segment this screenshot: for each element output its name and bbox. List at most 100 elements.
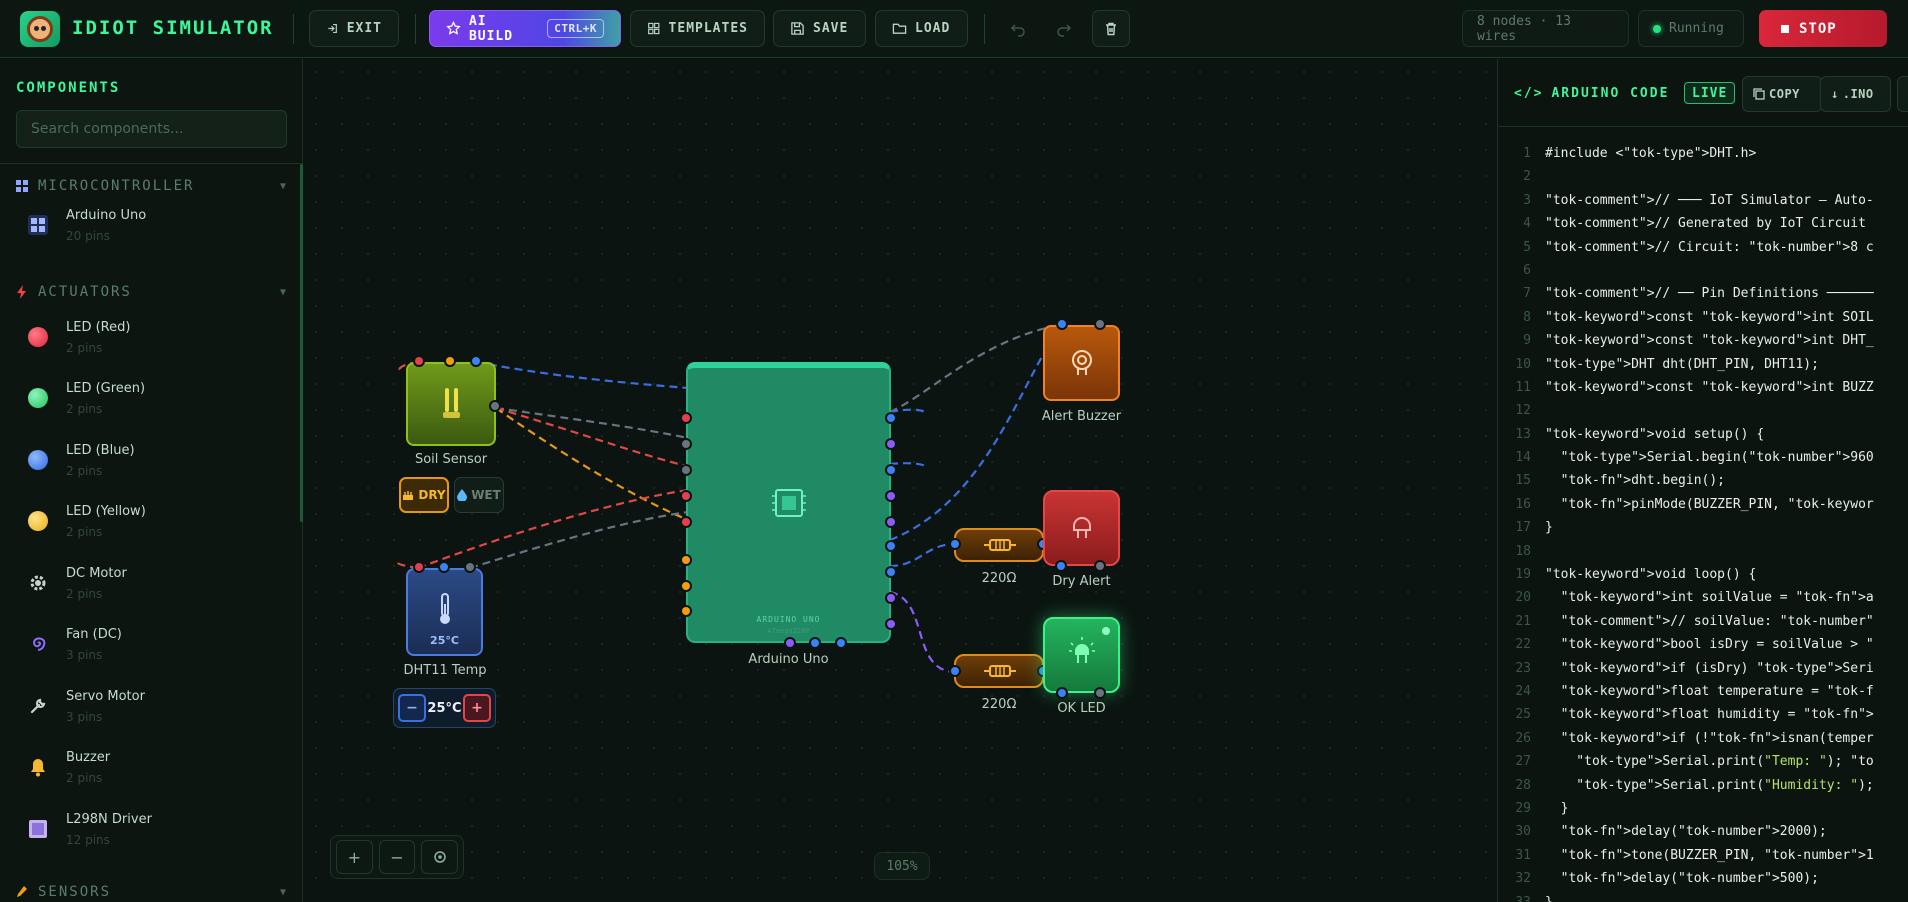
code-panel-more-button[interactable] bbox=[1897, 76, 1908, 112]
wire[interactable] bbox=[889, 542, 957, 568]
pin-data[interactable] bbox=[438, 561, 450, 573]
code-text: "tok-fn">delay("tok-number">500); bbox=[1545, 871, 1819, 887]
code-line: 2 bbox=[1498, 165, 1908, 188]
pin-signal[interactable] bbox=[470, 355, 482, 367]
arduino-pin[interactable] bbox=[885, 618, 897, 630]
download-arrow-icon: ↓ bbox=[1831, 87, 1839, 101]
arduino-pin[interactable] bbox=[784, 637, 796, 649]
code-text: "tok-keyword">bool isDry = soilValue > " bbox=[1545, 637, 1874, 653]
pin-anode[interactable] bbox=[1056, 687, 1068, 699]
wire[interactable] bbox=[889, 323, 1061, 414]
line-number: 18 bbox=[1515, 543, 1531, 559]
arduino-pin[interactable] bbox=[885, 566, 897, 578]
line-number: 27 bbox=[1515, 754, 1531, 770]
wire[interactable] bbox=[475, 360, 689, 390]
code-text: "tok-comment">// Circuit: "tok-number">8… bbox=[1545, 239, 1874, 255]
pin-gnd[interactable] bbox=[464, 561, 476, 573]
arduino-pin[interactable] bbox=[885, 540, 897, 552]
led-glow-dot bbox=[1102, 627, 1110, 635]
ok-led-node[interactable] bbox=[1043, 617, 1120, 693]
pin-negative[interactable] bbox=[1094, 318, 1106, 330]
code-line: 1 #include <"tok-type">DHT.h> bbox=[1498, 142, 1908, 165]
arduino-pin[interactable] bbox=[680, 438, 692, 450]
code-editor[interactable]: 1 #include <"tok-type">DHT.h> 2 3 "tok-comme… bbox=[1498, 142, 1908, 902]
buzzer-icon bbox=[1072, 350, 1092, 375]
pin-a[interactable] bbox=[949, 538, 961, 550]
wire[interactable] bbox=[889, 590, 957, 674]
download-ino-button[interactable]: ↓ .INO bbox=[1820, 76, 1891, 112]
temp-value: 25°C bbox=[427, 700, 462, 716]
arduino-pin[interactable] bbox=[885, 464, 897, 476]
wire[interactable] bbox=[469, 510, 689, 570]
arduino-pin[interactable] bbox=[885, 490, 897, 502]
arduino-pin[interactable] bbox=[809, 637, 821, 649]
copy-code-button[interactable]: COPY bbox=[1742, 76, 1822, 112]
pin-cathode[interactable] bbox=[1094, 687, 1106, 699]
code-text: "tok-fn">dht.begin(); bbox=[1545, 473, 1726, 489]
wet-toggle-button[interactable]: WET bbox=[454, 477, 504, 513]
pin-gnd[interactable] bbox=[444, 355, 456, 367]
dry-toggle-button[interactable]: DRY bbox=[399, 477, 449, 513]
dht11-node[interactable]: 25°C bbox=[406, 568, 483, 656]
wire[interactable] bbox=[495, 406, 689, 440]
stop-button[interactable]: STOP bbox=[1759, 10, 1887, 47]
arduino-pin[interactable] bbox=[885, 516, 897, 528]
dry-alert-led-node[interactable] bbox=[1043, 490, 1120, 566]
code-text: "tok-keyword">float humidity = "tok-fn"> bbox=[1545, 707, 1874, 723]
arduino-uno-node[interactable]: ARDUINO UNO ATmega328P bbox=[686, 362, 891, 643]
temp-plus-button[interactable]: + bbox=[462, 694, 491, 722]
wire[interactable] bbox=[495, 406, 689, 468]
wire[interactable] bbox=[889, 324, 1063, 542]
pin-a[interactable] bbox=[949, 665, 961, 677]
code-line: 20 "tok-keyword">int soilValue = "tok-fn… bbox=[1498, 586, 1908, 609]
code-text: "tok-type">DHT dht(DHT_PIN, DHT11); bbox=[1545, 356, 1819, 372]
code-line: 29 } bbox=[1498, 797, 1908, 820]
alert-buzzer-node[interactable] bbox=[1043, 325, 1120, 401]
arduino-pin[interactable] bbox=[885, 592, 897, 604]
zoom-in-button[interactable]: + bbox=[336, 840, 373, 874]
code-line: 24 "tok-keyword">float temperature = "to… bbox=[1498, 680, 1908, 703]
pin-positive[interactable] bbox=[1056, 318, 1068, 330]
code-panel: </> ARDUINO CODE LIVE COPY ↓ .INO 1 #incl… bbox=[1497, 59, 1908, 902]
arduino-pin[interactable] bbox=[680, 490, 692, 502]
pin-digital[interactable] bbox=[489, 400, 501, 412]
code-text: "tok-keyword">float temperature = "tok-f bbox=[1545, 683, 1874, 699]
line-number: 30 bbox=[1515, 824, 1531, 840]
code-line: 4 "tok-comment">// Generated by IoT Circu… bbox=[1498, 212, 1908, 235]
arduino-pin[interactable] bbox=[680, 516, 692, 528]
zoom-controls: + − bbox=[330, 835, 464, 879]
arduino-pin[interactable] bbox=[680, 412, 692, 424]
line-number: 6 bbox=[1523, 262, 1531, 278]
code-line: 6 bbox=[1498, 259, 1908, 282]
led-bulb-icon bbox=[1073, 517, 1091, 538]
resistor-1-node[interactable] bbox=[954, 528, 1044, 562]
arduino-pin[interactable] bbox=[885, 438, 897, 450]
code-text: "tok-comment">// soilValue: "tok-number" bbox=[1545, 613, 1874, 629]
pin-cathode[interactable] bbox=[1094, 560, 1106, 572]
soil-sensor-node[interactable] bbox=[406, 362, 496, 446]
wire[interactable] bbox=[889, 408, 926, 414]
wire[interactable] bbox=[495, 407, 689, 522]
zoom-out-button[interactable]: − bbox=[378, 840, 416, 874]
fit-view-button[interactable] bbox=[421, 840, 459, 874]
code-line: 17} bbox=[1498, 516, 1908, 539]
pin-anode[interactable] bbox=[1055, 560, 1067, 572]
arduino-pin[interactable] bbox=[680, 554, 692, 566]
arduino-pin[interactable] bbox=[835, 637, 847, 649]
pin-vcc[interactable] bbox=[413, 355, 425, 367]
arduino-pin[interactable] bbox=[680, 605, 692, 617]
pin-vcc[interactable] bbox=[413, 561, 425, 573]
line-number: 10 bbox=[1515, 356, 1531, 372]
soil-sensor-label: Soil Sensor bbox=[414, 452, 488, 467]
line-number: 26 bbox=[1515, 730, 1531, 746]
arduino-pin[interactable] bbox=[680, 464, 692, 476]
arduino-pin[interactable] bbox=[680, 580, 692, 592]
code-line: 8 "tok-keyword">const "tok-keyword">int S… bbox=[1498, 306, 1908, 329]
arduino-uno-label: Arduino Uno bbox=[748, 652, 829, 667]
temp-minus-button[interactable]: − bbox=[398, 694, 426, 722]
code-line: 30 "tok-fn">delay("tok-number">2000); bbox=[1498, 820, 1908, 843]
resistor-2-node[interactable] bbox=[954, 654, 1044, 688]
arduino-pin[interactable] bbox=[885, 412, 897, 424]
code-text: "tok-fn">delay("tok-number">2000); bbox=[1545, 824, 1827, 840]
resistor-icon bbox=[984, 665, 1016, 677]
